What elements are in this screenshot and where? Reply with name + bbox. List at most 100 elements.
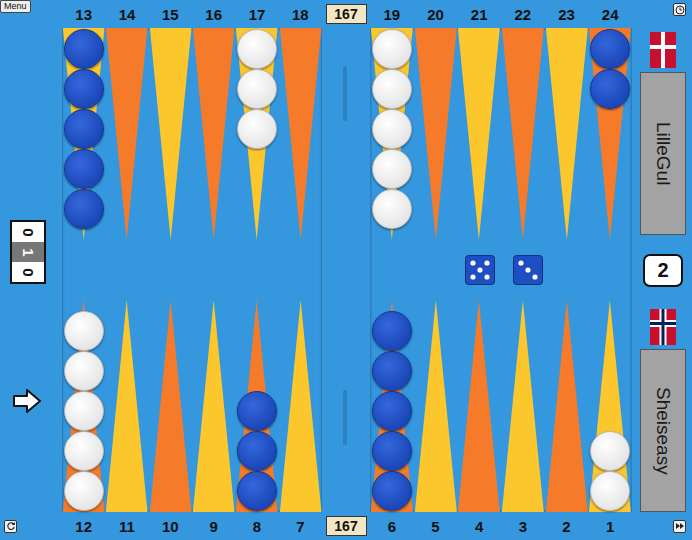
checker[interactable] [590, 431, 630, 471]
checker[interactable] [372, 431, 412, 471]
point-column [588, 28, 632, 512]
checker[interactable] [372, 391, 412, 431]
checker-stack [414, 28, 458, 240]
checker[interactable] [64, 189, 104, 229]
checker[interactable] [64, 471, 104, 511]
player-panel-column: LilleGul 2 Sheiseasy [640, 28, 686, 512]
checker[interactable] [372, 109, 412, 149]
point-number: 19 [370, 6, 414, 23]
checker[interactable] [237, 431, 277, 471]
checker-stack [62, 28, 105, 240]
arrow-right-icon [12, 388, 42, 414]
point-column [192, 28, 235, 512]
point[interactable] [457, 28, 501, 240]
point[interactable] [62, 300, 105, 512]
checker[interactable] [64, 29, 104, 69]
die[interactable] [465, 255, 495, 285]
checker-stack [235, 300, 278, 512]
dice[interactable] [465, 255, 543, 285]
checker-stack [370, 28, 414, 240]
point-number: 12 [62, 518, 105, 535]
pip-count: 167 [326, 4, 367, 24]
point[interactable] [192, 300, 235, 512]
checker[interactable] [590, 69, 630, 109]
checker[interactable] [372, 69, 412, 109]
point[interactable] [414, 28, 458, 240]
checker-stack [414, 300, 458, 512]
point[interactable] [279, 300, 322, 512]
checker[interactable] [64, 391, 104, 431]
point[interactable] [545, 28, 589, 240]
checker[interactable] [64, 351, 104, 391]
board-half [370, 28, 632, 512]
checker[interactable] [64, 431, 104, 471]
checker[interactable] [237, 69, 277, 109]
checker[interactable] [64, 109, 104, 149]
checker[interactable] [237, 391, 277, 431]
point[interactable] [192, 28, 235, 240]
fast-forward-button[interactable] [673, 520, 686, 533]
checker[interactable] [372, 471, 412, 511]
menu-button[interactable]: Menu [0, 0, 31, 13]
point-column [279, 28, 322, 512]
checker[interactable] [64, 69, 104, 109]
point[interactable] [588, 28, 632, 240]
point[interactable] [545, 300, 589, 512]
checker[interactable] [590, 471, 630, 511]
bar-top: 167 [322, 0, 370, 28]
point[interactable] [588, 300, 632, 512]
checker-stack [457, 300, 501, 512]
checker[interactable] [590, 29, 630, 69]
bar-mark [343, 66, 347, 121]
point-number: 3 [501, 518, 545, 535]
checker[interactable] [237, 471, 277, 511]
flag [640, 305, 686, 349]
checker[interactable] [372, 189, 412, 229]
doubling-cube[interactable]: 2 [643, 254, 683, 287]
bar-bottom: 167 [322, 512, 370, 540]
fast-forward-icon [675, 521, 685, 531]
point[interactable] [235, 28, 278, 240]
point[interactable] [370, 28, 414, 240]
point[interactable] [414, 300, 458, 512]
point-numbers: 192021222324 [370, 0, 632, 28]
point-number: 21 [457, 6, 501, 23]
checker[interactable] [372, 351, 412, 391]
die[interactable] [513, 255, 543, 285]
point[interactable] [235, 300, 278, 512]
point[interactable] [149, 28, 192, 240]
checker[interactable] [237, 109, 277, 149]
point-number: 18 [279, 6, 322, 23]
point-number: 15 [149, 6, 192, 23]
point[interactable] [501, 28, 545, 240]
point[interactable] [457, 300, 501, 512]
point[interactable] [62, 28, 105, 240]
checker[interactable] [372, 311, 412, 351]
point[interactable] [370, 300, 414, 512]
triangle [279, 300, 322, 512]
clock-button[interactable] [673, 3, 686, 16]
checker[interactable] [64, 311, 104, 351]
checker-stack [149, 300, 192, 512]
checker[interactable] [372, 149, 412, 189]
pip-count: 167 [326, 516, 367, 536]
point[interactable] [105, 28, 148, 240]
refresh-button[interactable] [4, 520, 17, 533]
match-score: 0 1 0 [10, 220, 46, 284]
checker[interactable] [64, 149, 104, 189]
bottom-gutter [0, 512, 62, 540]
point-number: 22 [501, 6, 545, 23]
checker-stack [279, 300, 322, 512]
player-name-box: LilleGul [640, 72, 686, 235]
point-number: 17 [235, 6, 278, 23]
checker[interactable] [372, 29, 412, 69]
point[interactable] [279, 28, 322, 240]
checker-stack [545, 28, 589, 240]
denmark-flag-icon [650, 32, 676, 68]
point[interactable] [501, 300, 545, 512]
point[interactable] [149, 300, 192, 512]
point[interactable] [105, 300, 148, 512]
score-length: 1 [12, 242, 44, 262]
score-top: 0 [12, 222, 44, 242]
checker[interactable] [237, 29, 277, 69]
